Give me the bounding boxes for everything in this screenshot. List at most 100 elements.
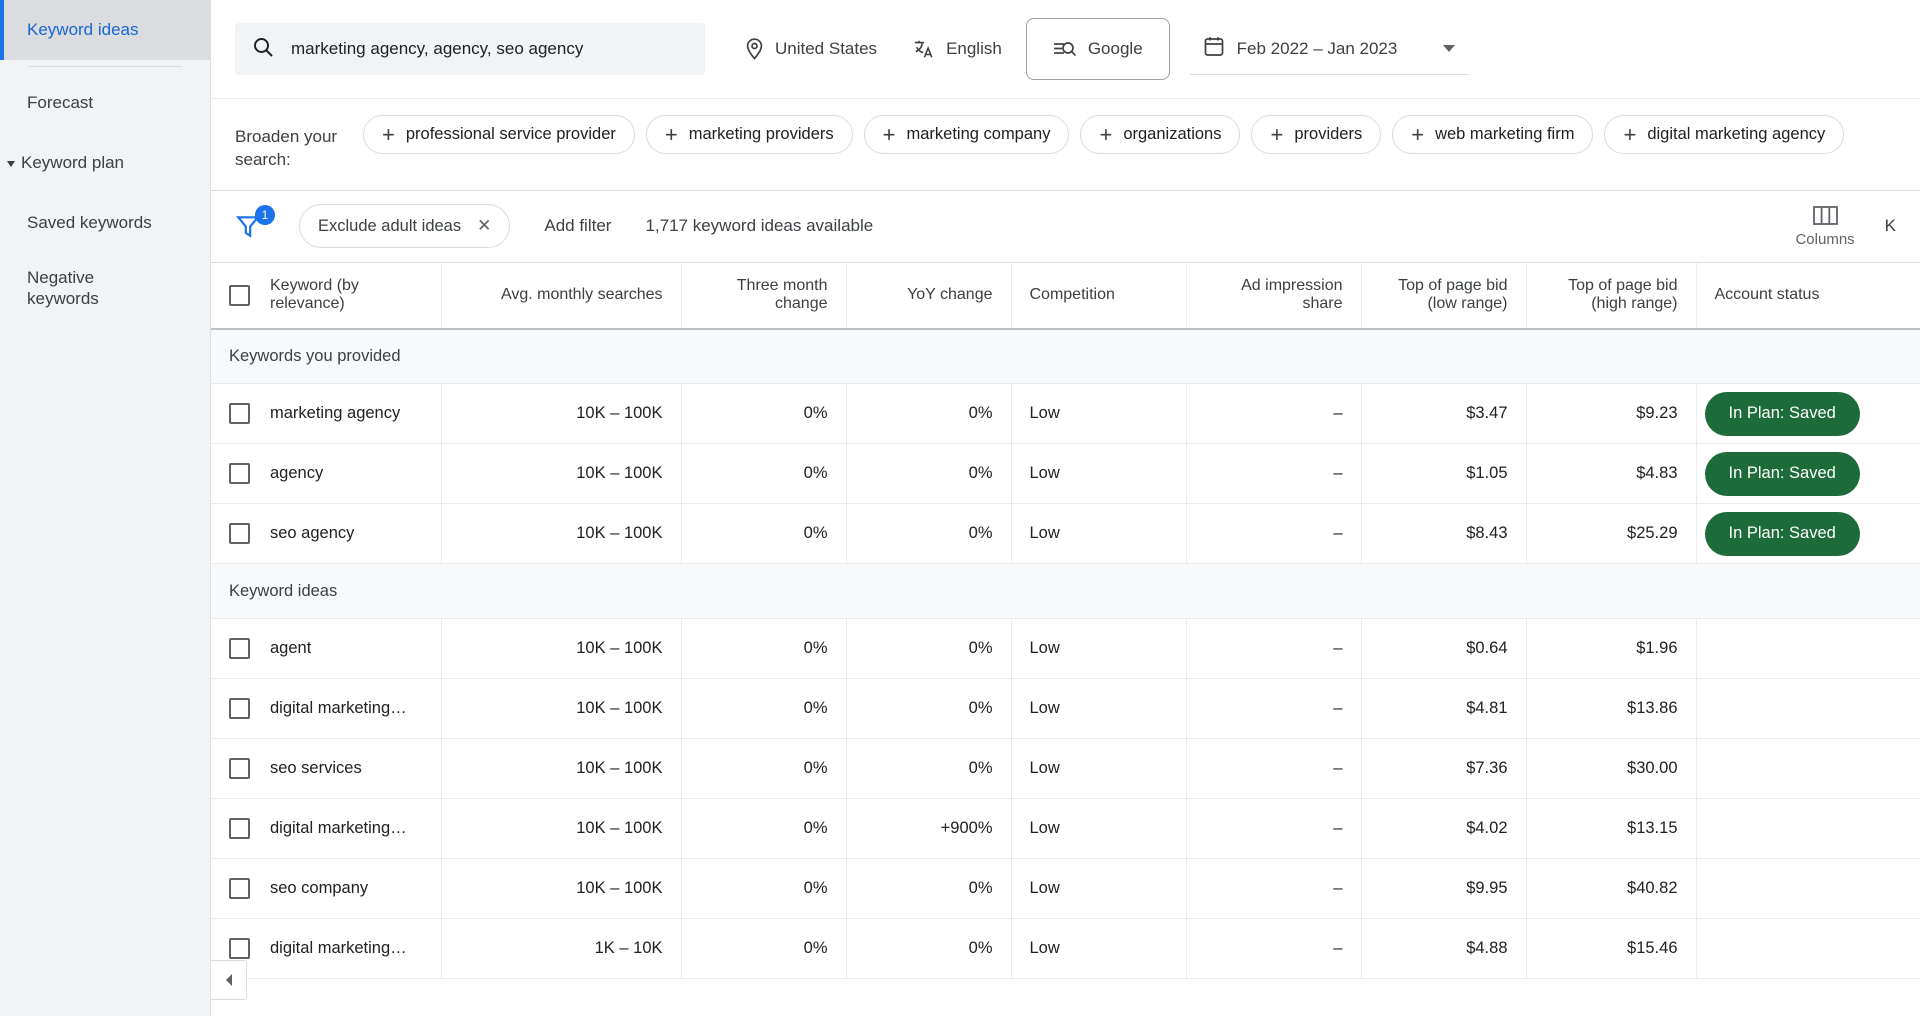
sidebar-item-saved-keywords[interactable]: Saved keywords bbox=[0, 193, 210, 253]
column-header-three-month-change[interactable]: Three month change bbox=[681, 262, 847, 330]
cell-ad-impression-share: – bbox=[1186, 858, 1362, 920]
broaden-chip-label: web marketing firm bbox=[1435, 125, 1575, 143]
broaden-chip[interactable]: + professional service provider bbox=[363, 115, 635, 154]
cell-three-month-change: 0% bbox=[681, 738, 847, 800]
table-row[interactable]: seo company 10K – 100K 0% 0% Low – $9.95 $40.82 bbox=[211, 858, 1920, 920]
table-row[interactable]: digital marketing… 10K – 100K 0% +900% Low – $… bbox=[211, 798, 1920, 860]
plus-icon: + bbox=[1099, 121, 1113, 147]
row-checkbox[interactable] bbox=[229, 463, 250, 485]
table-row[interactable]: agent 10K – 100K 0% 0% Low – $0.64 $1.96 bbox=[211, 618, 1920, 680]
row-checkbox[interactable] bbox=[229, 698, 250, 720]
cell-avg-monthly-searches: 10K – 100K bbox=[441, 383, 682, 445]
broaden-chip-label: providers bbox=[1294, 125, 1363, 143]
cell-avg-monthly-searches: 10K – 100K bbox=[441, 858, 682, 920]
column-header-keyword[interactable]: Keyword (by relevance) bbox=[211, 262, 442, 330]
sidebar-item-forecast[interactable]: Forecast bbox=[0, 73, 210, 133]
chevron-down-icon[interactable] bbox=[1443, 45, 1456, 52]
select-all-checkbox[interactable] bbox=[229, 284, 250, 306]
network-label: Google bbox=[1087, 39, 1143, 58]
cell-bid-low: $7.36 bbox=[1361, 738, 1527, 800]
status-badge[interactable]: In Plan: Saved bbox=[1704, 391, 1860, 436]
keyword-label: seo services bbox=[270, 759, 362, 778]
calendar-icon bbox=[1204, 36, 1224, 62]
cell-avg-monthly-searches: 10K – 100K bbox=[441, 503, 682, 565]
active-filter-chip[interactable]: Exclude adult ideas ✕ bbox=[299, 204, 511, 249]
table-row[interactable]: digital marketing… 10K – 100K 0% 0% Low – $4.8… bbox=[211, 678, 1920, 740]
language-selector[interactable]: English bbox=[895, 23, 1020, 75]
broaden-search-section: Broaden your search: + professional servi… bbox=[211, 98, 1920, 191]
cell-bid-low: $0.64 bbox=[1361, 618, 1527, 680]
table-section-title: Keywords you provided bbox=[211, 328, 1920, 385]
column-header-avg-monthly-searches[interactable]: Avg. monthly searches bbox=[441, 262, 682, 330]
table-row[interactable]: agency 10K – 100K 0% 0% Low – $1.05 $4.83 In Pla… bbox=[211, 443, 1920, 505]
status-badge[interactable]: In Plan: Saved bbox=[1704, 511, 1860, 556]
column-header-yoy-change[interactable]: YoY change bbox=[846, 262, 1012, 330]
sidebar-item-keyword-ideas[interactable]: Keyword ideas bbox=[0, 0, 210, 60]
row-checkbox[interactable] bbox=[229, 878, 250, 900]
search-input[interactable]: marketing agency, agency, seo agency bbox=[235, 23, 705, 75]
cell-account-status bbox=[1696, 918, 1920, 980]
keyword-label: marketing agency bbox=[270, 404, 401, 423]
row-checkbox[interactable] bbox=[229, 758, 250, 780]
sidebar-item-label: Negative keywords bbox=[27, 267, 99, 308]
keyword-label: digital marketing… bbox=[270, 939, 407, 958]
cell-three-month-change: 0% bbox=[681, 503, 847, 565]
keyword-label: digital marketing… bbox=[270, 819, 407, 838]
close-icon[interactable]: ✕ bbox=[477, 216, 491, 236]
row-checkbox[interactable] bbox=[229, 638, 250, 660]
cell-avg-monthly-searches: 10K – 100K bbox=[441, 678, 682, 740]
cell-ad-impression-share: – bbox=[1186, 618, 1362, 680]
broaden-chip[interactable]: + marketing providers bbox=[645, 115, 853, 154]
row-checkbox[interactable] bbox=[229, 818, 250, 840]
broaden-chip[interactable]: + organizations bbox=[1080, 115, 1241, 154]
date-range-selector[interactable]: Feb 2022 – Jan 2023 bbox=[1189, 23, 1470, 75]
network-selector[interactable]: Google bbox=[1025, 18, 1170, 80]
cell-account-status bbox=[1696, 678, 1920, 740]
cell-keyword: seo services bbox=[211, 738, 442, 800]
broaden-chip[interactable]: + providers bbox=[1251, 115, 1382, 154]
cell-bid-low: $3.47 bbox=[1361, 383, 1527, 445]
cell-yoy-change: 0% bbox=[846, 918, 1012, 980]
scroll-left-button[interactable] bbox=[211, 960, 247, 1000]
column-header-bid-low[interactable]: Top of page bid (low range) bbox=[1361, 262, 1527, 330]
table-header: Keyword (by relevance) Avg. monthly sear… bbox=[211, 262, 1920, 330]
cell-account-status bbox=[1696, 858, 1920, 920]
cell-three-month-change: 0% bbox=[681, 798, 847, 860]
location-selector[interactable]: United States bbox=[727, 23, 895, 75]
filter-icon-button[interactable]: 1 bbox=[235, 205, 281, 246]
sidebar-item-keyword-plan[interactable]: Keyword plan bbox=[0, 133, 210, 193]
chevron-down-icon bbox=[7, 161, 15, 167]
location-label: United States bbox=[775, 39, 878, 58]
column-header-account-status[interactable]: Account status bbox=[1696, 262, 1920, 330]
table-row[interactable]: marketing agency 10K – 100K 0% 0% Low – $3.47 $… bbox=[211, 383, 1920, 445]
row-checkbox[interactable] bbox=[229, 938, 250, 960]
cell-keyword: agency bbox=[211, 443, 442, 505]
column-header-bid-high[interactable]: Top of page bid (high range) bbox=[1526, 262, 1697, 330]
cell-bid-low: $4.88 bbox=[1361, 918, 1527, 980]
table-row[interactable]: digital marketing… 1K – 10K 0% 0% Low – $4.88 $… bbox=[211, 918, 1920, 980]
plus-icon: + bbox=[382, 121, 395, 147]
columns-button[interactable]: Columns bbox=[1795, 204, 1855, 248]
cell-bid-high: $4.83 bbox=[1526, 443, 1697, 505]
column-header-competition[interactable]: Competition bbox=[1011, 262, 1187, 330]
sidebar: Keyword ideas Forecast Keyword plan Save… bbox=[0, 0, 210, 1016]
cell-yoy-change: 0% bbox=[846, 503, 1012, 565]
table-row[interactable]: seo agency 10K – 100K 0% 0% Low – $8.43 $25.29 I… bbox=[211, 503, 1920, 565]
broaden-chip[interactable]: + marketing company bbox=[863, 115, 1070, 154]
broaden-chip[interactable]: + web marketing firm bbox=[1392, 115, 1594, 154]
row-checkbox[interactable] bbox=[229, 523, 250, 545]
date-range-label: Feb 2022 – Jan 2023 bbox=[1236, 38, 1398, 58]
sidebar-item-negative-keywords[interactable]: Negative keywords bbox=[0, 253, 210, 323]
add-filter-button[interactable]: Add filter bbox=[544, 216, 611, 236]
broaden-chip[interactable]: + digital marketing agency bbox=[1604, 115, 1845, 154]
status-badge[interactable]: In Plan: Saved bbox=[1704, 451, 1860, 496]
cell-account-status bbox=[1696, 618, 1920, 680]
cell-bid-high: $13.15 bbox=[1526, 798, 1697, 860]
cell-competition: Low bbox=[1011, 618, 1187, 680]
table-row[interactable]: seo services 10K – 100K 0% 0% Low – $7.36 $30.0… bbox=[211, 738, 1920, 800]
chevron-left-icon bbox=[225, 974, 232, 986]
cell-avg-monthly-searches: 10K – 100K bbox=[441, 618, 682, 680]
row-checkbox[interactable] bbox=[229, 403, 250, 425]
cell-competition: Low bbox=[1011, 678, 1187, 740]
column-header-ad-impression-share[interactable]: Ad impression share bbox=[1186, 262, 1362, 330]
